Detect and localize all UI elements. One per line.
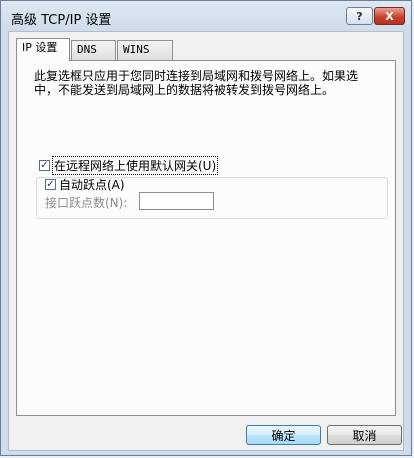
checkmark-icon: ✓: [40, 159, 49, 171]
dialog-body: IP 设置 DNS WINS 此复选框只应用于您同时连接到局域网和拨号网络上。如…: [8, 31, 404, 451]
tab-dns[interactable]: DNS: [71, 40, 116, 60]
default-gateway-row[interactable]: ✓ 在远程网络上使用默认网关(U): [39, 156, 219, 175]
description-text: 此复选框只应用于您同时连接到局域网和拨号网络上。如果选中，不能发送到局域网上的数…: [34, 69, 359, 97]
automatic-metric-checkbox[interactable]: ✓: [45, 179, 56, 190]
tab-panel-ip-settings: 此复选框只应用于您同时连接到局域网和拨号网络上。如果选中，不能发送到局域网上的数…: [16, 60, 396, 416]
interface-metric-label: 接口跃点数(N):: [45, 196, 128, 210]
automatic-metric-label: 自动跃点(A): [59, 178, 125, 192]
default-gateway-checkbox[interactable]: ✓: [39, 160, 50, 171]
tab-wins[interactable]: WINS: [117, 40, 173, 60]
close-button[interactable]: X: [374, 7, 405, 25]
ok-button[interactable]: 确定: [246, 425, 321, 445]
help-icon: ?: [356, 9, 363, 23]
cancel-button[interactable]: 取消: [327, 425, 402, 445]
title-bar: 高级 TCP/IP 设置 ? X: [1, 1, 411, 31]
window-title: 高级 TCP/IP 设置: [11, 13, 112, 28]
checkmark-icon: ✓: [46, 178, 55, 190]
interface-metric-input[interactable]: [139, 192, 214, 210]
automatic-metric-row[interactable]: ✓ 自动跃点(A): [45, 176, 125, 193]
default-gateway-label: 在远程网络上使用默认网关(U): [51, 156, 219, 175]
close-icon: X: [385, 9, 394, 23]
tab-ip-settings[interactable]: IP 设置: [16, 38, 70, 61]
dialog-window: 高级 TCP/IP 设置 ? X IP 设置 DNS WINS 此复选框只应用于…: [0, 0, 412, 456]
metric-group: ✓ 自动跃点(A) 接口跃点数(N):: [36, 177, 388, 219]
help-button[interactable]: ?: [346, 7, 373, 25]
